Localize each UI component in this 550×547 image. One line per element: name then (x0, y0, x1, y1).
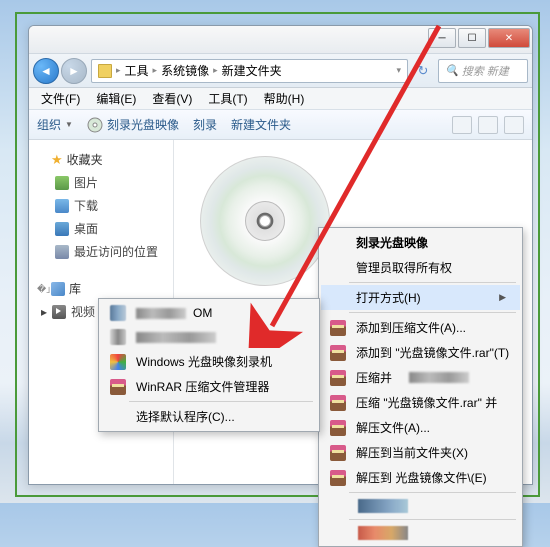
sidebar-item-desktop[interactable]: 桌面 (33, 217, 169, 240)
ctx-open-with[interactable]: 打开方式(H)▶ (321, 285, 520, 310)
ctx-blur-item[interactable] (321, 495, 520, 517)
burn-image-button[interactable]: 刻录光盘映像 (87, 116, 179, 133)
ctx-extract-to[interactable]: 解压到 光盘镜像文件\(E) (321, 465, 520, 490)
ctx-admin-own[interactable]: 管理员取得所有权 (321, 255, 520, 280)
new-folder-button[interactable]: 新建文件夹 (231, 116, 291, 133)
refresh-button[interactable]: ↻ (412, 60, 434, 82)
recent-icon (55, 245, 69, 259)
sidebar-item-pictures[interactable]: 图片 (33, 171, 169, 194)
menubar: 文件(F) 编辑(E) 查看(V) 工具(T) 帮助(H) (29, 88, 532, 110)
app-icon (110, 329, 126, 345)
openwith-item-1[interactable]: OM (101, 301, 317, 325)
ctx-extract-here[interactable]: 解压到当前文件夹(X) (321, 440, 520, 465)
rar-icon (330, 395, 346, 411)
breadcrumb-seg[interactable]: 工具 (125, 62, 149, 79)
minimize-button[interactable]: ─ (428, 28, 456, 48)
pictures-icon (55, 176, 69, 190)
breadcrumb-seg[interactable]: 新建文件夹 (222, 62, 282, 79)
ctx-compress-rar-and[interactable]: 压缩 "光盘镜像文件.rar" 并 (321, 390, 520, 415)
sidebar-item-downloads[interactable]: 下载 (33, 194, 169, 217)
openwith-choose-default[interactable]: 选择默认程序(C)... (101, 404, 317, 429)
rar-icon (330, 445, 346, 461)
menu-tools[interactable]: 工具(T) (200, 88, 255, 109)
star-icon: ★ (51, 152, 63, 168)
open-with-submenu: OM Windows 光盘映像刻录机 WinRAR 压缩文件管理器 选择默认程序… (98, 298, 320, 432)
preview-pane-button[interactable] (478, 116, 498, 134)
ctx-add-archive[interactable]: 添加到压缩文件(A)... (321, 315, 520, 340)
desktop-icon (55, 222, 69, 236)
download-icon (55, 199, 69, 213)
rar-icon (330, 470, 346, 486)
view-options-button[interactable] (452, 116, 472, 134)
breadcrumb[interactable]: ▸ 工具 ▸ 系统镜像 ▸ 新建文件夹 ▾ (91, 59, 408, 83)
favorites-group[interactable]: ★ 收藏夹 (33, 148, 169, 171)
rar-icon (330, 370, 346, 386)
rar-icon (330, 345, 346, 361)
menu-view[interactable]: 查看(V) (144, 88, 200, 109)
address-bar: ◄ ► ▸ 工具 ▸ 系统镜像 ▸ 新建文件夹 ▾ ↻ 🔍 搜索 新建 (29, 54, 532, 88)
menu-help[interactable]: 帮助(H) (256, 88, 313, 109)
windows-icon (110, 354, 126, 370)
rar-icon (110, 379, 126, 395)
video-icon (52, 305, 66, 319)
ctx-add-rar[interactable]: 添加到 "光盘镜像文件.rar"(T) (321, 340, 520, 365)
forward-button[interactable]: ► (61, 58, 87, 84)
ctx-burn-image[interactable]: 刻录光盘映像 (321, 230, 520, 255)
close-button[interactable]: ✕ (488, 28, 530, 48)
library-icon (51, 282, 65, 296)
toolbar: 组织▼ 刻录光盘映像 刻录 新建文件夹 (29, 110, 532, 140)
help-button[interactable] (504, 116, 524, 134)
context-menu: 刻录光盘映像 管理员取得所有权 打开方式(H)▶ 添加到压缩文件(A)... 添… (318, 227, 523, 547)
openwith-winrar[interactable]: WinRAR 压缩文件管理器 (101, 374, 317, 399)
sidebar-item-recent[interactable]: 最近访问的位置 (33, 240, 169, 263)
search-input[interactable]: 🔍 搜索 新建 (438, 59, 528, 83)
rar-icon (330, 320, 346, 336)
burn-button[interactable]: 刻录 (193, 116, 217, 133)
breadcrumb-seg[interactable]: 系统镜像 (161, 62, 209, 79)
organize-button[interactable]: 组织▼ (37, 116, 73, 133)
openwith-windows-burner[interactable]: Windows 光盘映像刻录机 (101, 349, 317, 374)
openwith-item-2[interactable] (101, 325, 317, 349)
titlebar: ─ ☐ ✕ (29, 26, 532, 54)
ctx-compress-and[interactable]: 压缩并 (321, 365, 520, 390)
app-icon (110, 305, 126, 321)
menu-edit[interactable]: 编辑(E) (88, 88, 144, 109)
iso-file-icon[interactable] (200, 156, 330, 286)
maximize-button[interactable]: ☐ (458, 28, 486, 48)
ctx-extract[interactable]: 解压文件(A)... (321, 415, 520, 440)
libraries-group[interactable]: �」 库 (33, 277, 169, 300)
menu-file[interactable]: 文件(F) (33, 88, 88, 109)
back-button[interactable]: ◄ (33, 58, 59, 84)
search-placeholder: 搜索 新建 (462, 63, 509, 79)
disc-icon (87, 117, 103, 133)
search-icon: 🔍 (445, 64, 459, 77)
ctx-blur-item[interactable] (321, 522, 520, 544)
rar-icon (330, 420, 346, 436)
folder-icon (98, 64, 112, 78)
